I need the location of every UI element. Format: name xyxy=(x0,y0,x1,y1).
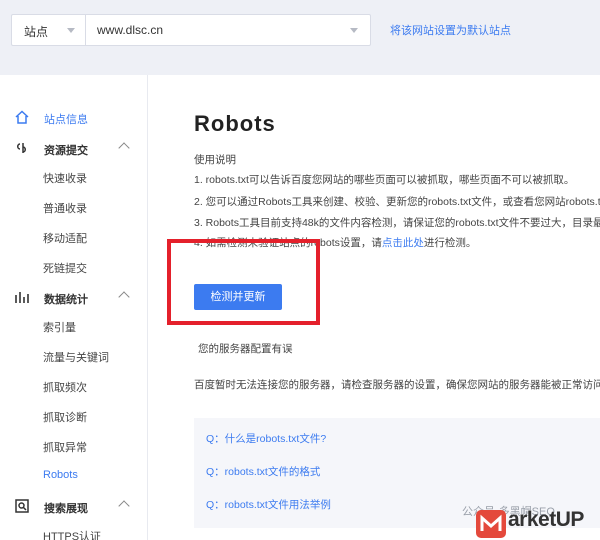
server-error-title: 您的服务器配置有误 xyxy=(198,343,293,355)
usage-title: 使用说明 xyxy=(194,154,236,166)
site-type-label: 站点 xyxy=(24,25,49,39)
faq-link-robots-format[interactable]: Q：robots.txt文件的格式 xyxy=(206,464,320,479)
site-type-select[interactable]: 站点 xyxy=(11,14,85,46)
usage-line-3: 3. Robots工具目前支持48k的文件内容检测，请保证您的robots.tx… xyxy=(194,217,600,229)
sidebar-group-label: 搜索展现 xyxy=(44,503,88,515)
search-display-icon xyxy=(15,499,29,513)
usage-line-4-suffix: 进行检测。 xyxy=(423,237,477,249)
sidebar-item-crawl-diagnosis[interactable]: 抓取诊断 xyxy=(43,409,87,425)
page-title: Robots xyxy=(194,111,276,136)
faq-link-what-is-robots[interactable]: Q：什么是robots.txt文件? xyxy=(206,431,326,446)
chevron-up-icon xyxy=(118,142,130,154)
sidebar-item-crawl-errors[interactable]: 抓取异常 xyxy=(43,439,87,455)
sidebar-item-quick-index[interactable]: 快速收录 xyxy=(43,170,87,186)
sidebar-item-normal-index[interactable]: 普通收录 xyxy=(43,200,87,216)
faq-link-robots-examples[interactable]: Q：robots.txt文件用法举例 xyxy=(206,497,331,512)
sidebar-item-crawl-frequency[interactable]: 抓取频次 xyxy=(43,379,87,395)
home-icon xyxy=(15,110,29,124)
sidebar-item-mobile-adapt[interactable]: 移动适配 xyxy=(43,230,87,246)
sidebar-group-label: 资源提交 xyxy=(44,145,88,157)
server-error-description: 百度暂时无法连接您的服务器，请检查服务器的设置，确保您网站的服务器能被正常访问 xyxy=(194,379,600,391)
link-icon xyxy=(17,143,26,153)
set-default-site-link[interactable]: 将该网站设置为默认站点 xyxy=(390,22,511,38)
sidebar-item-robots[interactable]: Robots xyxy=(43,469,78,481)
top-bar: 站点 www.dlsc.cn 将该网站设置为默认站点 xyxy=(0,0,600,75)
sidebar-item-traffic-keywords[interactable]: 流量与关键词 xyxy=(43,349,109,365)
sidebar: 站点信息 资源提交 快速收录 普通收录 移动适配 死链提交 数据统计 索引量 流… xyxy=(0,75,148,540)
click-here-link[interactable]: 点击此处 xyxy=(382,237,424,249)
chevron-down-icon xyxy=(350,28,358,33)
domain-select[interactable]: www.dlsc.cn xyxy=(85,14,371,46)
domain-value: www.dlsc.cn xyxy=(97,23,164,37)
chevron-up-icon xyxy=(118,291,130,303)
watermark-brand: arketUP xyxy=(508,508,584,531)
sidebar-item-label: 站点信息 xyxy=(44,114,88,126)
usage-line-2: 2. 您可以通过Robots工具来创建、校验、更新您的robots.txt文件，… xyxy=(194,196,600,208)
check-and-update-button[interactable]: 检测并更新 xyxy=(194,284,282,310)
highlight-annotation-box xyxy=(167,239,320,325)
sidebar-group-label: 数据统计 xyxy=(44,294,88,306)
chevron-up-icon xyxy=(118,500,130,512)
chart-icon xyxy=(15,292,29,303)
brand-logo-icon xyxy=(476,510,506,538)
sidebar-item-https[interactable]: HTTPS认证 xyxy=(43,528,101,540)
sidebar-item-dead-link[interactable]: 死链提交 xyxy=(43,260,87,276)
chevron-down-icon xyxy=(67,28,75,33)
usage-line-1: 1. robots.txt可以告诉百度您网站的哪些页面可以被抓取，哪些页面不可以… xyxy=(194,174,575,186)
main-content: Robots 使用说明 1. robots.txt可以告诉百度您网站的哪些页面可… xyxy=(148,75,600,540)
sidebar-item-index-volume[interactable]: 索引量 xyxy=(43,319,76,335)
